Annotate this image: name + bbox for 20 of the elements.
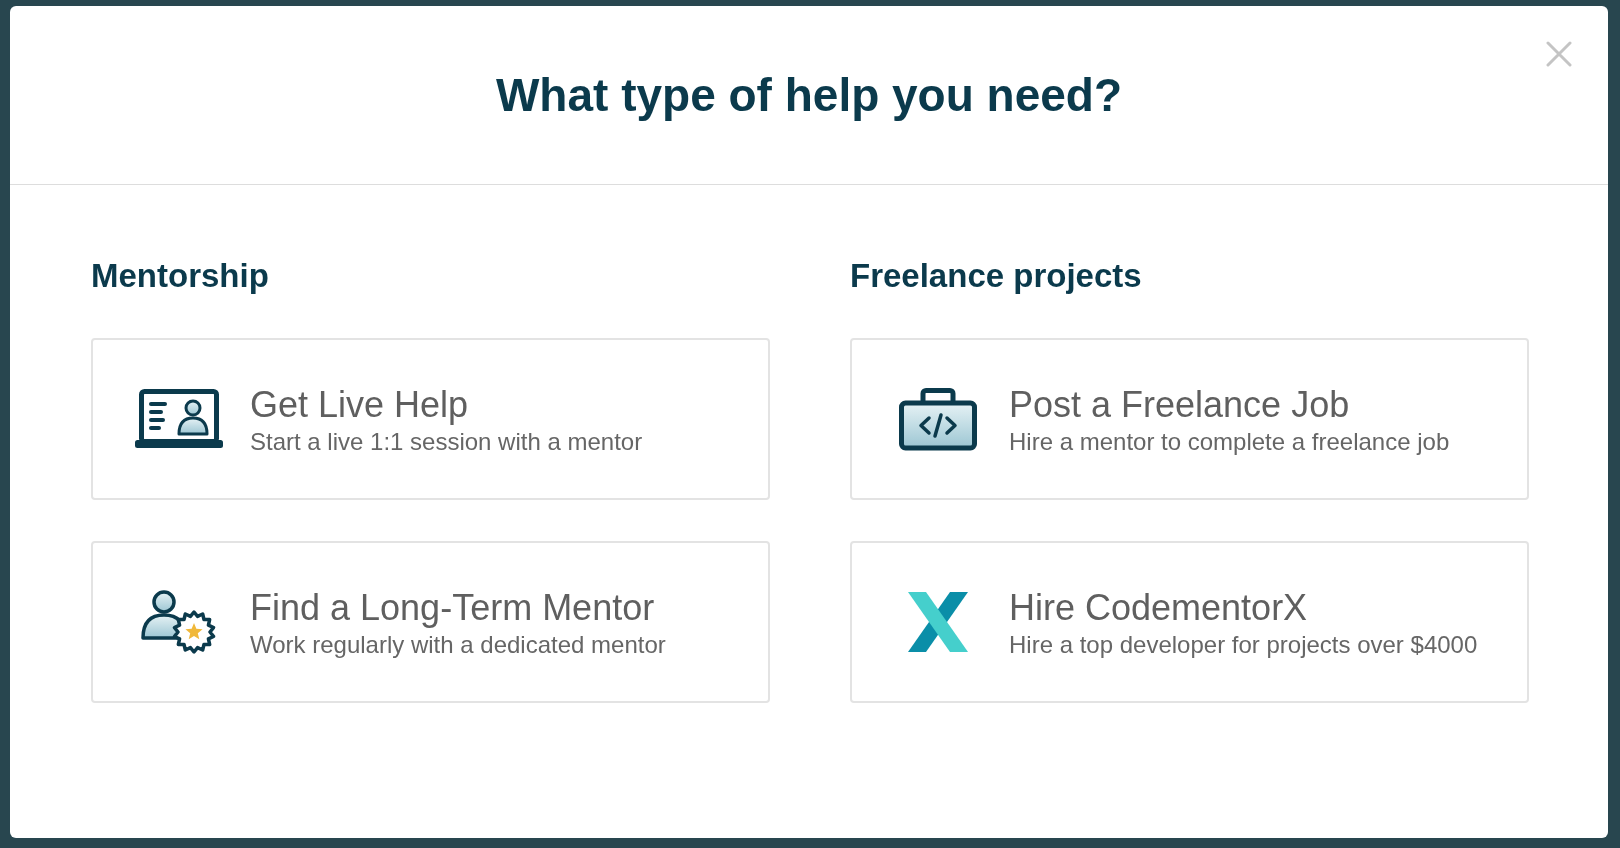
close-icon — [1546, 41, 1572, 67]
option-description: Start a live 1:1 session with a mentor — [250, 427, 643, 457]
option-title: Hire CodementorX — [1009, 587, 1308, 629]
option-card[interactable]: Hire CodementorX Hire a top developer for projects over $4000 — [850, 541, 1529, 703]
option-title: Find a Long-Term Mentor — [250, 587, 655, 629]
option-title: Post a Freelance Job — [1009, 384, 1350, 426]
option-description: Hire a top developer for projects over $4000 — [1009, 630, 1478, 660]
x-logo-icon — [908, 592, 968, 652]
option-title: Get Live Help — [250, 384, 469, 426]
option-description: Hire a mentor to complete a freelance job — [1009, 427, 1450, 457]
section-heading: Mentorship — [91, 257, 269, 295]
section-heading: Freelance projects — [850, 257, 1142, 295]
option-card[interactable]: Find a Long-Term Mentor Work regularly with a dedicated mentor — [91, 541, 770, 703]
option-description: Work regularly with a dedicated mentor — [250, 630, 666, 660]
option-card[interactable]: Get Live Help Start a live 1:1 session with a mentor — [91, 338, 770, 500]
close-button[interactable] — [1544, 39, 1574, 69]
dialog-title: What type of help you need? — [495, 68, 1123, 122]
briefcase-code-icon — [899, 387, 977, 451]
option-card[interactable]: Post a Freelance Job Hire a mentor to complete a freelance job — [850, 338, 1529, 500]
person-badge-icon — [140, 590, 218, 654]
